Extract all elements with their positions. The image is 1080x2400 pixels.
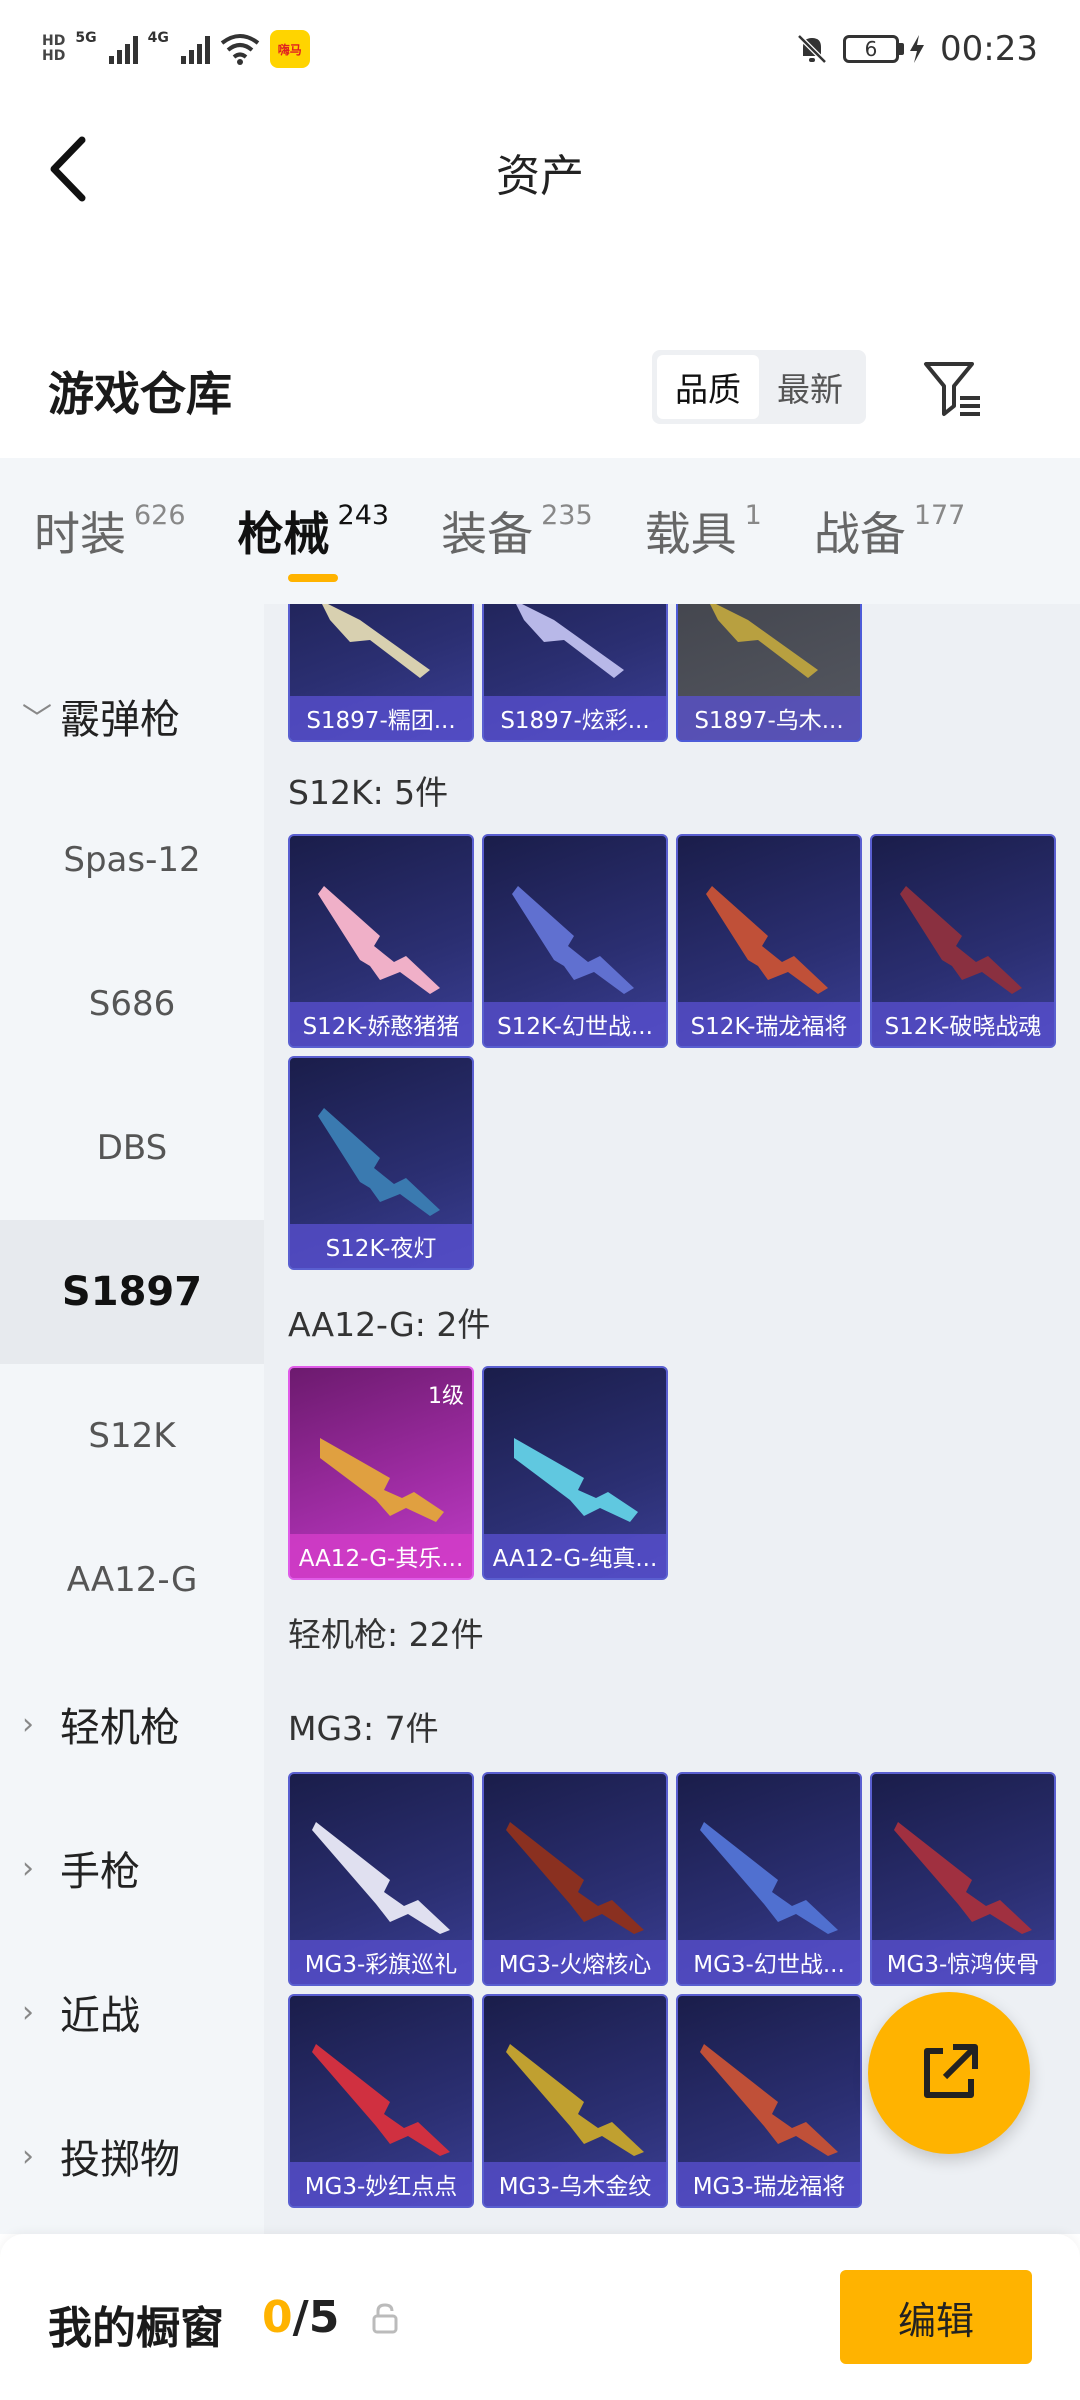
item-card[interactable]: S12K-破晓战魂 bbox=[870, 834, 1056, 1048]
sidebar-item-dbs[interactable]: DBS bbox=[0, 1076, 264, 1220]
sidebar-group-melee[interactable]: › 近战 bbox=[0, 1940, 264, 2084]
group-label-mg3: MG3: 7件 bbox=[288, 1709, 439, 1748]
signal-4g-icon bbox=[180, 34, 210, 64]
weapon-icon bbox=[312, 2044, 450, 2156]
share-icon bbox=[924, 2044, 978, 2098]
chevron-right-icon: › bbox=[22, 1850, 34, 1886]
category-tabs: 时装 626 枪械 243 装备 235 载具 1 战备 177 bbox=[0, 458, 1080, 604]
weapon-icon bbox=[700, 1822, 838, 1934]
weapon-icon bbox=[514, 1438, 638, 1522]
item-card[interactable]: MG3-瑞龙福将 bbox=[676, 1994, 862, 2208]
sidebar-item-aa12g[interactable]: AA12-G bbox=[0, 1508, 264, 1652]
tab-vehicles[interactable]: 载具 1 bbox=[645, 498, 762, 564]
item-card[interactable]: S12K-瑞龙福将 bbox=[676, 834, 862, 1048]
chevron-right-icon: › bbox=[22, 1994, 34, 2030]
sidebar-group-shotgun[interactable]: ﹀ 霰弹枪 bbox=[0, 644, 264, 788]
weapon-icon bbox=[894, 1822, 1032, 1934]
item-card[interactable]: MG3-妙红点点 bbox=[288, 1994, 474, 2208]
sidebar-item-s12k[interactable]: S12K bbox=[0, 1364, 264, 1508]
edit-button[interactable]: 编辑 bbox=[840, 2270, 1032, 2364]
signal-5g-icon bbox=[108, 34, 138, 64]
sidebar-item-s686[interactable]: S686 bbox=[0, 932, 264, 1076]
weapon-icon bbox=[512, 886, 634, 994]
group-label-lmg: 轻机枪: 22件 bbox=[288, 1615, 484, 1654]
item-card[interactable]: MG3-惊鸿侠骨 bbox=[870, 1772, 1056, 1986]
chevron-right-icon: › bbox=[22, 1706, 34, 1742]
weapon-icon bbox=[710, 604, 818, 678]
item-card[interactable]: MG3-乌木金纹 bbox=[482, 1994, 668, 2208]
hd-indicator: HD HD bbox=[42, 33, 66, 64]
sidebar-group-lmg[interactable]: › 轻机枪 bbox=[0, 1652, 264, 1796]
item-card[interactable]: S1897-炫彩... bbox=[482, 604, 668, 742]
tab-skins[interactable]: 时装 626 bbox=[34, 498, 186, 564]
weapon-icon bbox=[320, 1438, 444, 1522]
item-grid: S1897-糯团... S1897-炫彩... S1897-乌木... S12K… bbox=[264, 604, 1080, 2234]
showcase-title: 我的橱窗 bbox=[48, 2303, 224, 2354]
weapon-sidebar: ﹀ 霰弹枪 Spas-12 S686 DBS S1897 S12K AA12-G… bbox=[0, 604, 264, 2234]
weapon-icon bbox=[516, 604, 624, 678]
weapon-icon bbox=[318, 1108, 440, 1216]
item-card[interactable]: MG3-幻世战... bbox=[676, 1772, 862, 1986]
weapon-icon bbox=[900, 886, 1022, 994]
tab-supplies[interactable]: 战备 177 bbox=[814, 498, 966, 564]
weapon-icon bbox=[322, 604, 430, 678]
item-card[interactable]: S12K-娇憨猪猪 bbox=[288, 834, 474, 1048]
chevron-right-icon: › bbox=[22, 2138, 34, 2174]
sort-by-newest[interactable]: 最新 bbox=[759, 355, 861, 419]
weapon-icon bbox=[318, 886, 440, 994]
item-card[interactable]: MG3-火熔核心 bbox=[482, 1772, 668, 1986]
weapon-icon bbox=[506, 2044, 644, 2156]
chevron-down-icon: ﹀ bbox=[22, 702, 52, 737]
filter-icon[interactable] bbox=[920, 356, 986, 422]
tab-firearms[interactable]: 枪械 243 bbox=[238, 498, 389, 582]
wifi-icon bbox=[220, 34, 260, 65]
sidebar-group-throwable[interactable]: › 投掷物 bbox=[0, 2084, 264, 2228]
battery-icon: 6 bbox=[843, 35, 926, 63]
group-label-s12k: S12K: 5件 bbox=[288, 773, 449, 812]
level-badge: 1级 bbox=[428, 1384, 464, 1409]
weapon-icon bbox=[506, 1822, 644, 1934]
mute-bell-icon bbox=[797, 34, 827, 64]
item-card[interactable]: AA12-G-纯真... bbox=[482, 1366, 668, 1580]
showcase-bar: 我的橱窗 0/5 编辑 bbox=[0, 2234, 1080, 2400]
sort-toggle: 品质 最新 bbox=[652, 350, 866, 424]
item-card[interactable]: S12K-夜灯 bbox=[288, 1056, 474, 1270]
sort-by-quality[interactable]: 品质 bbox=[657, 355, 759, 419]
sidebar-group-pistol[interactable]: › 手枪 bbox=[0, 1796, 264, 1940]
weapon-icon bbox=[700, 2044, 838, 2156]
network-4g-label: 4G bbox=[147, 30, 169, 46]
section-title: 游戏仓库 bbox=[48, 367, 232, 421]
warehouse-header: 游戏仓库 品质 最新 bbox=[0, 330, 1080, 450]
lock-icon bbox=[372, 2303, 398, 2334]
showcase-count: 0/5 bbox=[262, 2292, 340, 2343]
clock: 00:23 bbox=[940, 29, 1038, 69]
page-title: 资产 bbox=[496, 151, 584, 202]
item-card[interactable]: S12K-幻世战... bbox=[482, 834, 668, 1048]
share-button[interactable] bbox=[868, 1992, 1030, 2154]
item-card[interactable]: MG3-彩旗巡礼 bbox=[288, 1772, 474, 1986]
item-card[interactable]: S1897-乌木... bbox=[676, 604, 862, 742]
app-notification-icon: 嗨马 bbox=[269, 30, 310, 68]
status-bar: HD HD 5G 4G 嗨马 6 00:23 bbox=[0, 0, 1080, 98]
app-header: 资产 bbox=[0, 98, 1080, 238]
item-card[interactable]: 1级 AA12-G-其乐... bbox=[288, 1366, 474, 1580]
network-5g-label: 5G bbox=[75, 30, 97, 46]
weapon-icon bbox=[312, 1822, 450, 1934]
sidebar-item-s1897[interactable]: S1897 bbox=[0, 1220, 264, 1364]
tab-equipment[interactable]: 装备 235 bbox=[441, 498, 593, 564]
item-card[interactable]: S1897-糯团... bbox=[288, 604, 474, 742]
sidebar-item-spas12[interactable]: Spas-12 bbox=[0, 788, 264, 932]
group-label-aa12g: AA12-G: 2件 bbox=[288, 1305, 491, 1344]
weapon-icon bbox=[706, 886, 828, 994]
